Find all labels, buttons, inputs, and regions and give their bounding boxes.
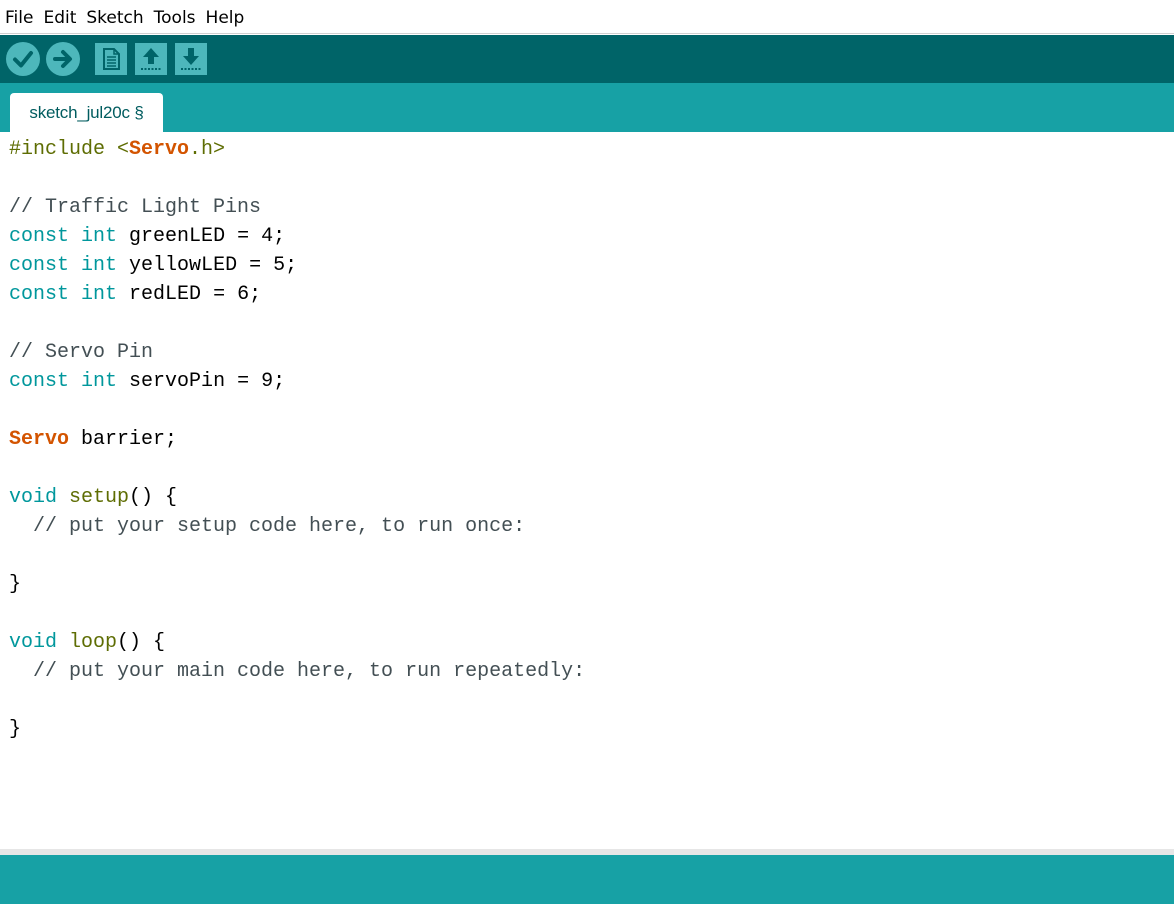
code-line: const int greenLED = 4; [9,222,585,251]
code-line: void loop() { [9,628,585,657]
code-token: greenLED = 4; [117,225,286,248]
code-token: Servo [129,138,190,161]
save-icon [181,48,201,70]
code-token: () { [117,631,166,654]
code-token: servoPin = 9; [117,370,286,393]
code-token: Servo [9,428,70,451]
code-line: const int yellowLED = 5; [9,251,585,280]
menu-file[interactable]: File [0,4,38,33]
code-line: } [9,570,585,599]
code-token: // put your main code here, to run repea… [9,660,586,683]
verify-button[interactable] [6,42,40,76]
new-button[interactable] [95,43,127,75]
code-token: } [9,573,22,596]
code-token: const [9,370,70,393]
code-line: Servo barrier; [9,425,585,454]
code-token: const [9,254,70,277]
code-token: redLED = 6; [117,283,262,306]
code-token: yellowLED = 5; [117,254,298,277]
code-token: () { [129,486,178,509]
code-token: // Servo Pin [9,341,154,364]
code-line: void setup() { [9,483,585,512]
verify-icon [13,51,33,68]
code-token: int [81,283,118,306]
upload-button[interactable] [46,42,80,76]
code-line: // put your main code here, to run repea… [9,657,585,686]
code-token: // Traffic Light Pins [9,196,262,219]
open-button[interactable] [135,43,167,75]
code-line: #include <Servo.h> [9,135,585,164]
menu-sketch[interactable]: Sketch [81,4,148,33]
menu-tools[interactable]: Tools [149,4,201,33]
code-token: .h> [189,138,226,161]
code-line: // Servo Pin [9,338,585,367]
menu-bar: File Edit Sketch Tools Help [0,4,1174,34]
code-token: #include < [9,138,130,161]
toolbar [0,35,1174,83]
open-icon [141,48,161,70]
code-token: int [81,225,118,248]
code-token: const [9,283,70,306]
code-editor[interactable]: #include <Servo.h> // Traffic Light Pins… [0,132,1174,849]
save-button[interactable] [175,43,207,75]
code-token: int [81,254,118,277]
code-token: // put your setup code here, to run once… [9,515,526,538]
menu-help[interactable]: Help [201,4,250,33]
code-text[interactable]: #include <Servo.h> // Traffic Light Pins… [9,135,585,744]
code-token: loop [69,631,118,654]
code-token: void [9,486,58,509]
code-token: setup [69,486,130,509]
tab-strip: sketch_jul20c § [0,83,1174,132]
code-line: // put your setup code here, to run once… [9,512,585,541]
code-token: int [81,370,118,393]
upload-icon [53,50,72,68]
code-token: } [9,718,22,741]
code-token: const [9,225,70,248]
code-line: const int redLED = 6; [9,280,585,309]
menu-edit[interactable]: Edit [38,4,81,33]
code-token: barrier; [69,428,178,451]
code-line: } [9,715,585,744]
console-area [0,855,1174,904]
code-line: const int servoPin = 9; [9,367,585,396]
new-icon [103,48,120,70]
code-token: void [9,631,58,654]
tab-label: sketch_jul20c § [29,102,144,122]
tab-sketch[interactable]: sketch_jul20c § [10,93,163,132]
code-line: // Traffic Light Pins [9,193,585,222]
